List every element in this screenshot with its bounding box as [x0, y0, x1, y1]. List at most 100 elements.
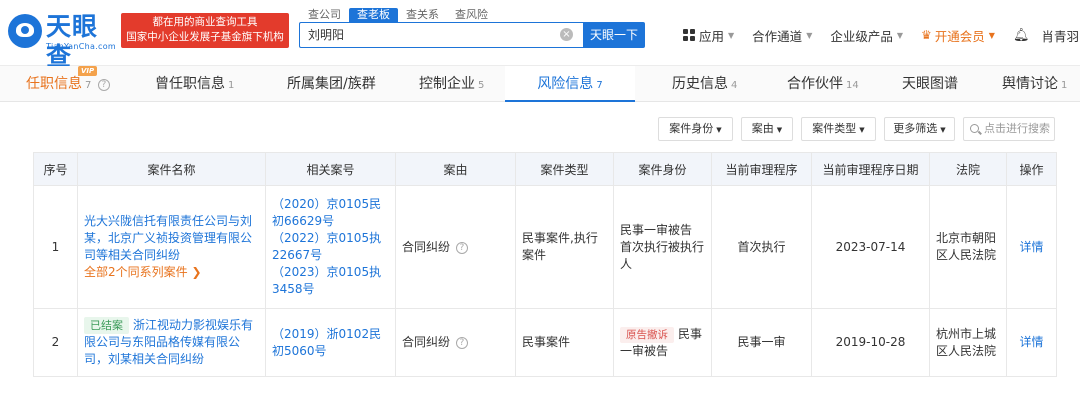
- filter-label: 案件类型: [812, 122, 857, 135]
- search-tab-risk[interactable]: 查风险: [447, 8, 496, 22]
- filter-label: 更多筛选: [893, 122, 938, 135]
- tab-count: 1: [228, 80, 235, 91]
- filter-case-cause[interactable]: 案由 ▼: [741, 117, 793, 141]
- case-cause: 合同纠纷: [402, 335, 451, 349]
- caret-down-icon: ▼: [940, 126, 946, 134]
- details-cell: 详情: [1006, 308, 1057, 377]
- case-name-link[interactable]: 光大兴陇信托有限责任公司与刘某，北京广义祯投资管理有限公司等相关合同纠纷: [84, 213, 259, 264]
- tab-label: 所属集团/族群: [287, 76, 376, 92]
- case-cause-cell: 合同纠纷 ?: [395, 185, 516, 309]
- case-type-cell: 民事案件: [515, 308, 614, 377]
- tab-count: 14: [846, 80, 859, 91]
- details-link[interactable]: 详情: [1019, 240, 1043, 254]
- nav-enterprise[interactable]: 企业级产品 ▼: [830, 26, 903, 45]
- chevron-right-icon: ❯: [187, 265, 202, 279]
- filter-case-role[interactable]: 案件身份 ▼: [658, 117, 733, 141]
- case-number-link[interactable]: （2019）浙0102民初5060号: [272, 326, 389, 360]
- search-button[interactable]: 天眼一下: [583, 22, 645, 48]
- tab-label: 历史信息: [672, 76, 728, 92]
- nav-apps-label: 应用: [699, 28, 725, 44]
- search-tab-relation[interactable]: 查关系: [398, 8, 447, 22]
- tab-partners[interactable]: 合作伙伴 14: [787, 66, 859, 102]
- tab-public-opinion[interactable]: 舆情讨论 1: [1002, 66, 1067, 102]
- tab-count: 5: [478, 80, 485, 91]
- series-cases-link[interactable]: 全部2个同系列案件 ❯: [84, 264, 259, 281]
- search-input[interactable]: 刘明阳: [299, 22, 583, 48]
- search-tab-boss[interactable]: 查老板: [349, 8, 398, 22]
- tab-count: 1: [1061, 80, 1068, 91]
- bell-icon[interactable]: 🔔︎: [1013, 28, 1030, 43]
- chevron-down-icon: ▼: [728, 30, 735, 40]
- tab-former-positions[interactable]: 曾任职信息 1: [155, 66, 234, 102]
- caret-down-icon: ▼: [859, 126, 865, 134]
- search-type-tabs: 查公司 查老板 查关系 查风险: [300, 8, 496, 22]
- user-name: 肖青羽: [1041, 28, 1079, 44]
- help-icon[interactable]: ?: [97, 79, 110, 91]
- trial-date: 2019-10-28: [811, 308, 930, 377]
- filter-label: 案件身份: [669, 122, 714, 135]
- table-search-input[interactable]: 点击进行搜索: [963, 117, 1055, 141]
- details-link[interactable]: 详情: [1019, 335, 1043, 349]
- tab-label: 控制企业: [419, 76, 475, 92]
- risk-case-table: 序号 案件名称 相关案号 案由 案件类型 案件身份 当前审理程序 当前审理程序日…: [33, 152, 1057, 377]
- tab-history[interactable]: 历史信息 4: [672, 66, 737, 102]
- filter-more[interactable]: 更多筛选 ▼: [884, 117, 955, 141]
- tianyancha-logo[interactable]: 天眼查 TianYanCha.com: [8, 12, 118, 71]
- col-header: 序号: [33, 152, 78, 186]
- case-number-link[interactable]: （2023）京0105执3458号: [272, 264, 389, 298]
- tab-label: 风险信息: [537, 76, 594, 92]
- case-number-link[interactable]: （2020）京0105民初66629号: [272, 196, 389, 230]
- chevron-down-icon: ▼: [806, 30, 813, 40]
- slogan-banner[interactable]: 都在用的商业查询工具 国家中小企业发展子基金旗下机构: [121, 13, 289, 48]
- nav-apps[interactable]: 应用 ▼: [683, 26, 734, 45]
- case-role-cell: 民事一审被告 首次执行被执行人: [613, 185, 712, 309]
- nav-channel[interactable]: 合作通道 ▼: [752, 26, 812, 45]
- nav-enterprise-label: 企业级产品: [830, 28, 893, 44]
- table-row: 1 光大兴陇信托有限责任公司与刘某，北京广义祯投资管理有限公司等相关合同纠纷 全…: [33, 185, 1057, 309]
- col-header: 案由: [395, 152, 516, 186]
- case-number-link[interactable]: （2022）京0105执22667号: [272, 230, 389, 264]
- case-numbers-cell: （2019）浙0102民初5060号: [265, 308, 396, 377]
- col-header: 当前审理程序日期: [811, 152, 930, 186]
- table-header-row: 序号 案件名称 相关案号 案由 案件类型 案件身份 当前审理程序 当前审理程序日…: [33, 152, 1057, 186]
- tab-count: 4: [731, 80, 738, 91]
- case-role-cell: 原告撤诉 民事一审被告: [613, 308, 712, 377]
- clear-icon[interactable]: ×: [560, 28, 573, 41]
- chevron-down-icon: ▼: [896, 30, 904, 40]
- withdrawn-badge: 原告撤诉: [620, 326, 674, 343]
- row-index: 2: [33, 308, 78, 377]
- apps-grid-icon: [683, 29, 695, 41]
- help-icon[interactable]: ?: [455, 337, 468, 349]
- tab-risk-info[interactable]: 风险信息 7: [505, 66, 635, 102]
- col-header: 案件类型: [515, 152, 614, 186]
- col-header: 相关案号: [265, 152, 396, 186]
- trial-stage: 民事一审: [711, 308, 812, 377]
- tab-current-positions[interactable]: 任职信息 7 ?: [26, 66, 110, 102]
- row-index: 1: [33, 185, 78, 309]
- case-cause: 合同纠纷: [402, 239, 451, 254]
- tab-label: 天眼图谱: [902, 76, 958, 92]
- slogan-line-1: 都在用的商业查询工具: [152, 16, 258, 28]
- search-tab-company[interactable]: 查公司: [300, 8, 349, 22]
- tab-label: 合作伙伴: [787, 76, 843, 92]
- crown-icon: ♛: [921, 28, 932, 42]
- filter-case-type[interactable]: 案件类型 ▼: [801, 117, 876, 141]
- profile-tabs: 任职信息 7 ? VIP 曾任职信息 1 所属集团/族群 控制企业 5 风险信息 7 历…: [0, 66, 1080, 102]
- filter-label: 案由: [751, 122, 774, 135]
- table-row: 2 已结案 浙江视动力影视娱乐有限公司与东阳品格传媒有限公司，刘某相关合同纠纷 （…: [33, 308, 1057, 377]
- court: 杭州市上城区人民法院: [929, 308, 1007, 377]
- col-header: 操作: [1006, 152, 1057, 186]
- nav-user[interactable]: 肖青羽: [1041, 26, 1079, 45]
- help-icon[interactable]: ?: [455, 241, 468, 254]
- tab-controlled-companies[interactable]: 控制企业 5: [419, 66, 484, 102]
- nav-channel-label: 合作通道: [752, 28, 803, 44]
- case-cause-cell: 合同纠纷 ?: [395, 308, 516, 377]
- caret-down-icon: ▼: [716, 126, 722, 134]
- tab-count: 7: [85, 80, 92, 91]
- tab-graph[interactable]: 天眼图谱: [902, 66, 958, 102]
- filter-bar: 案件身份 ▼ 案由 ▼ 案件类型 ▼ 更多筛选 ▼ 点击进行搜索: [0, 117, 1080, 143]
- search-icon: [970, 124, 979, 133]
- tab-group[interactable]: 所属集团/族群: [287, 66, 376, 102]
- tab-label: 任职信息: [26, 76, 82, 92]
- nav-vip[interactable]: ♛ 开通会员 ▼: [921, 26, 995, 45]
